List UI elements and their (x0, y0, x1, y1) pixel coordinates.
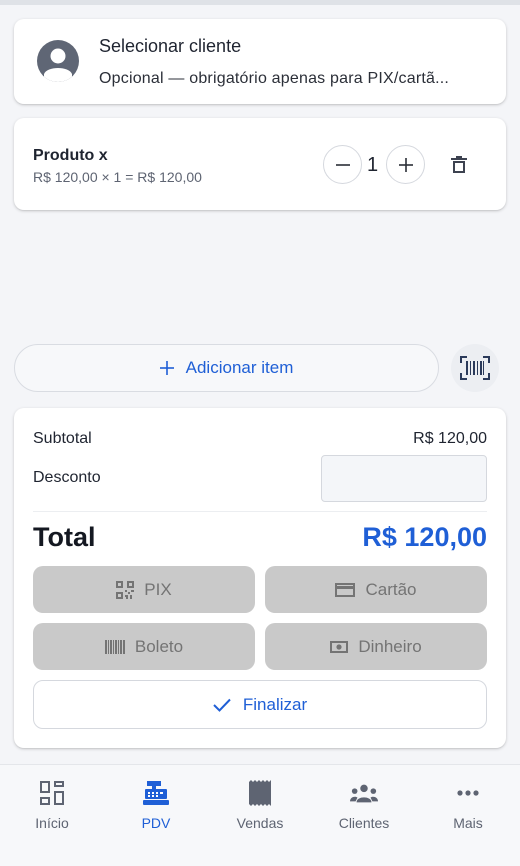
pix-payment-button[interactable]: PIX (33, 566, 255, 613)
discount-input[interactable] (321, 455, 487, 502)
plus-icon (159, 361, 174, 375)
plus-icon (398, 157, 413, 172)
add-item-label: Adicionar item (185, 358, 294, 377)
group-icon (350, 779, 378, 807)
client-selector-subtitle: Opcional — obrigatório apenas para PIX/c… (99, 70, 450, 87)
dashboard-icon (38, 779, 66, 807)
nav-label: Início (35, 815, 69, 831)
top-edge (0, 0, 520, 5)
boleto-payment-button[interactable]: Boleto (33, 623, 255, 670)
summary-divider (33, 511, 487, 512)
barcode-scan-button[interactable] (451, 344, 499, 392)
subtotal-value: R$ 120,00 (413, 430, 487, 447)
nav-item-clientes[interactable]: Clientes (312, 779, 416, 831)
boleto-label: Boleto (134, 636, 184, 656)
barcode-icon (104, 639, 125, 654)
add-item-button[interactable]: Adicionar item (14, 344, 439, 392)
bottom-navigation: Início PDV Vendas Clientes Mais (0, 764, 520, 866)
product-price-detail: R$ 120,00 × 1 = R$ 120,00 (33, 169, 202, 185)
client-selector-card[interactable]: Selecionar cliente Opcional — obrigatóri… (14, 19, 506, 104)
decrease-quantity-button[interactable] (323, 145, 362, 184)
client-selector-title: Selecionar cliente (99, 36, 242, 56)
total-value: R$ 120,00 (362, 522, 487, 552)
subtotal-label: Subtotal (33, 430, 92, 447)
check-icon (213, 698, 231, 712)
discount-label: Desconto (33, 469, 101, 486)
nav-label: Mais (453, 815, 483, 831)
nav-item-mais[interactable]: Mais (416, 779, 520, 831)
finalize-sale-button[interactable]: Finalizar (33, 680, 487, 729)
minus-icon (335, 163, 350, 166)
qr-code-icon (116, 580, 135, 599)
dinheiro-label: Dinheiro (358, 636, 422, 656)
quantity-value: 1 (367, 154, 379, 176)
cash-payment-button[interactable]: Dinheiro (265, 623, 487, 670)
delete-item-button[interactable] (447, 152, 471, 178)
product-name: Produto x (33, 147, 108, 164)
nav-item-pdv[interactable]: PDV (104, 779, 208, 831)
trash-icon (451, 156, 467, 173)
increase-quantity-button[interactable] (386, 145, 425, 184)
card-payment-button[interactable]: Cartão (265, 566, 487, 613)
total-label: Total (33, 522, 96, 552)
cart-item-card: Produto x R$ 120,00 × 1 = R$ 120,00 1 (14, 118, 506, 210)
cash-register-icon (142, 779, 170, 807)
more-horizontal-icon (454, 779, 482, 807)
account-circle-icon (37, 40, 79, 82)
receipt-icon (246, 779, 274, 807)
barcode-scan-icon (460, 356, 490, 380)
checkout-summary-card: Subtotal R$ 120,00 Desconto Total R$ 120… (14, 408, 506, 748)
nav-label: Clientes (338, 815, 390, 831)
nav-item-inicio[interactable]: Início (0, 779, 104, 831)
nav-item-vendas[interactable]: Vendas (208, 779, 312, 831)
pix-label: PIX (144, 579, 172, 599)
money-icon (330, 640, 349, 653)
finalizar-label: Finalizar (242, 694, 308, 714)
cartao-label: Cartão (365, 579, 417, 599)
nav-label: Vendas (236, 815, 284, 831)
nav-label: PDV (141, 815, 171, 831)
credit-card-icon (335, 582, 356, 597)
